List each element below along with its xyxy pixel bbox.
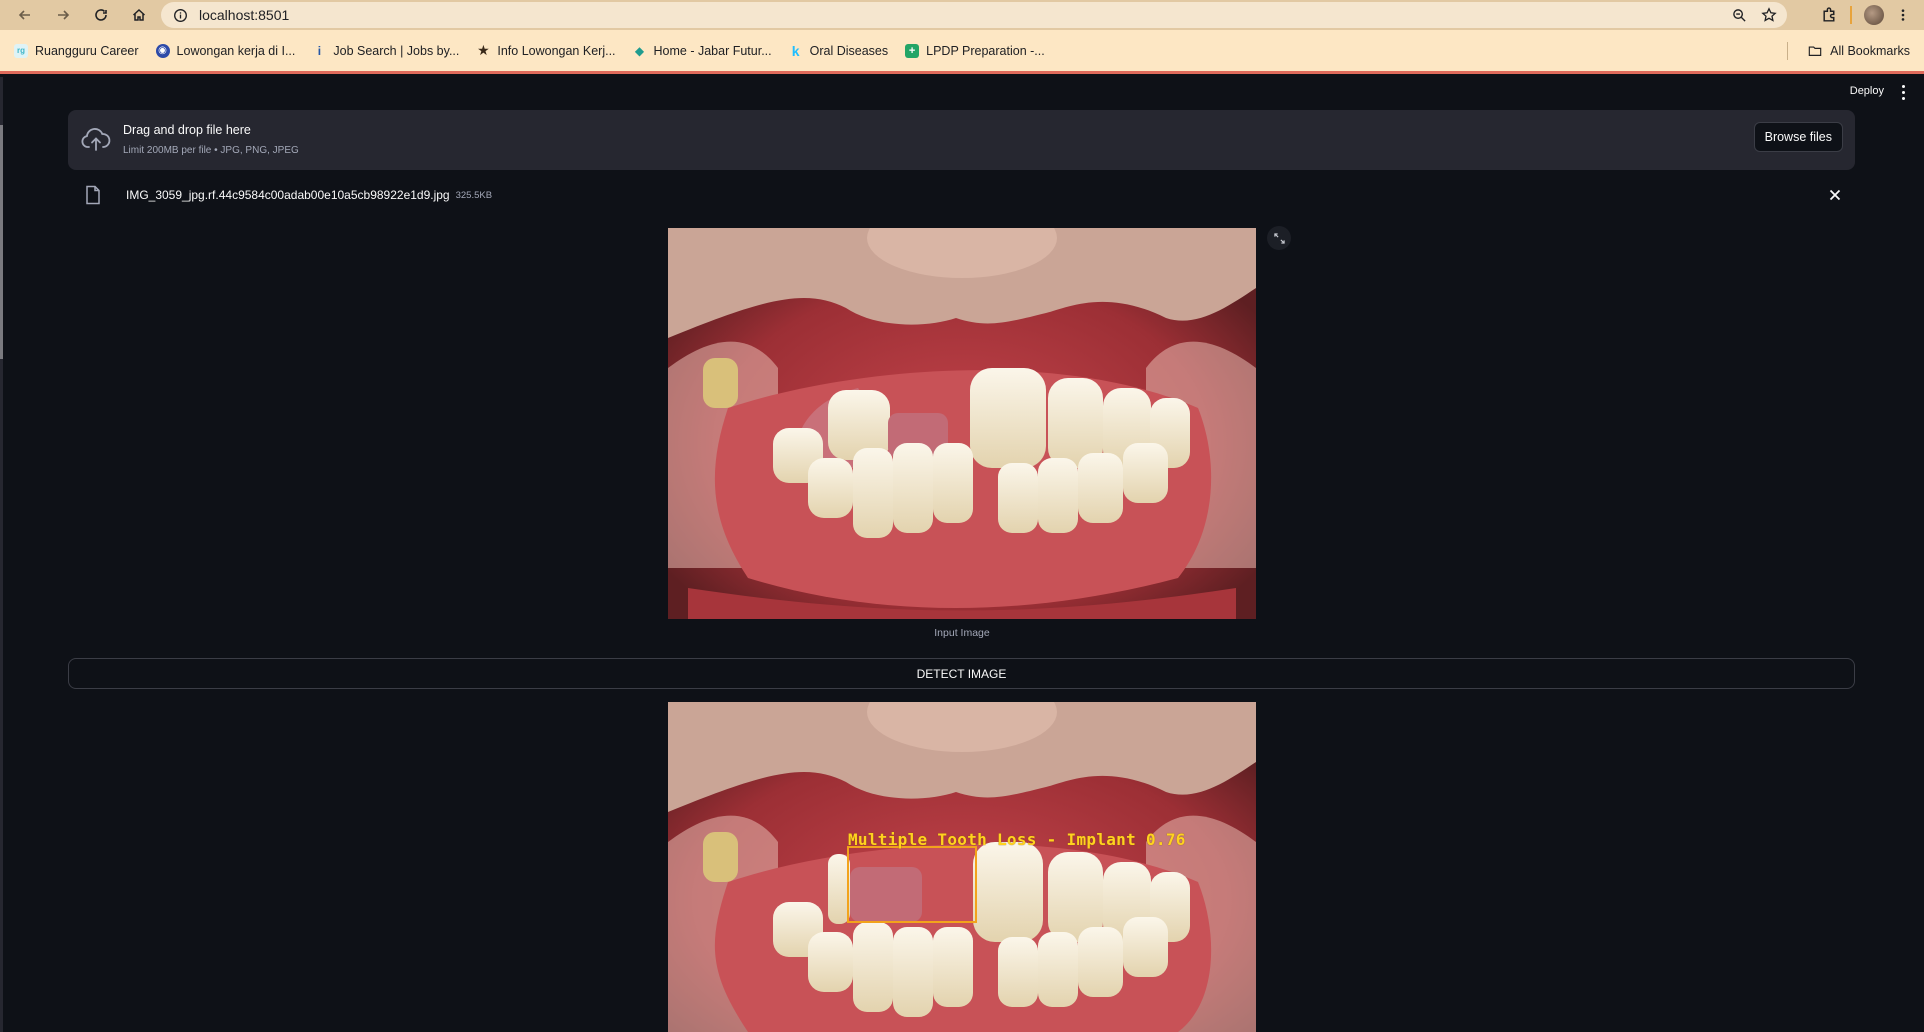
url-text: localhost:8501 — [199, 7, 290, 23]
detect-image-button[interactable]: DETECT IMAGE — [68, 658, 1855, 689]
browser-toolbar: localhost:8501 — [0, 0, 1924, 30]
toolbar-separator — [1850, 6, 1852, 24]
main-menu-icon[interactable] — [1896, 83, 1910, 101]
reload-button[interactable] — [82, 0, 120, 30]
bookmark-info-lowongan[interactable]: ★ Info Lowongan Kerj... — [476, 42, 615, 58]
extensions-icon[interactable] — [1821, 6, 1838, 24]
zoom-icon[interactable] — [1732, 8, 1747, 23]
browse-files-button[interactable]: Browse files — [1753, 122, 1843, 152]
arrow-left-icon — [18, 10, 30, 20]
bookmark-jabar-future[interactable]: ◆ Home - Jabar Futur... — [633, 44, 772, 58]
home-icon — [132, 8, 146, 21]
address-bar[interactable]: localhost:8501 — [161, 2, 1787, 28]
bookmark-star-icon[interactable] — [1761, 7, 1777, 23]
bookmarks-bar: rg Ruangguru Career ◉ Lowongan kerja di … — [0, 30, 1924, 74]
star-icon: ★ — [477, 42, 490, 58]
input-image — [668, 228, 1256, 619]
file-size: 325.5KB — [455, 189, 493, 201]
remove-file-icon[interactable] — [1826, 186, 1844, 204]
page-scrollbar[interactable] — [0, 77, 3, 1032]
file-name: IMG_3059_jpg.rf.44c9584c00adab00e10a5cb9… — [126, 188, 450, 202]
uploader-limit-hint: Limit 200MB per file • JPG, PNG, JPEG — [123, 145, 299, 156]
deploy-button[interactable]: Deploy — [1850, 85, 1884, 97]
bookmark-job-search[interactable]: i Job Search | Jobs by... — [312, 43, 460, 58]
site-info-icon[interactable] — [167, 8, 193, 23]
profile-avatar[interactable] — [1864, 5, 1884, 25]
kaggle-icon: k — [791, 42, 800, 59]
forward-button[interactable] — [44, 0, 82, 30]
ruangguru-icon: rg — [14, 43, 28, 58]
all-bookmarks-button[interactable]: All Bookmarks — [1807, 30, 1910, 71]
expand-icon — [1273, 232, 1285, 244]
folder-icon — [1808, 45, 1822, 56]
cloud-upload-icon — [81, 128, 111, 151]
uploaded-file-item: IMG_3059_jpg.rf.44c9584c00adab00e10a5cb9… — [84, 184, 1844, 206]
bookmark-oral-diseases[interactable]: k Oral Diseases — [789, 42, 888, 59]
bookmarks-divider — [1787, 42, 1788, 60]
uploader-title: Drag and drop file here — [123, 123, 251, 137]
bookmark-lpdp[interactable]: + LPDP Preparation -... — [905, 43, 1045, 58]
reload-icon — [95, 9, 107, 21]
jabar-icon: ◆ — [634, 43, 645, 58]
bookmark-lowongan-kerja[interactable]: ◉ Lowongan kerja di I... — [155, 43, 295, 58]
detection-result-image: Multiple Tooth Loss - Implant 0.76 — [668, 702, 1256, 1032]
teeth-detection-photo — [668, 702, 1256, 1032]
input-image-caption: Input Image — [934, 627, 990, 639]
menu-dots-icon[interactable] — [1896, 7, 1910, 23]
detection-label: Multiple Tooth Loss - Implant 0.76 — [848, 830, 1186, 849]
scrollbar-thumb[interactable] — [0, 125, 3, 359]
streamlit-app: Deploy Drag and drop file here Limit 200… — [0, 77, 1924, 1032]
indeed-icon: i — [317, 43, 322, 58]
teeth-photo — [668, 228, 1256, 619]
home-button[interactable] — [120, 0, 158, 30]
file-icon — [86, 185, 100, 205]
back-button[interactable] — [6, 0, 44, 30]
globe-icon: ◉ — [155, 43, 170, 58]
file-uploader-dropzone[interactable]: Drag and drop file here Limit 200MB per … — [68, 110, 1855, 170]
arrow-right-icon — [58, 10, 70, 20]
bookmark-ruangguru[interactable]: rg Ruangguru Career — [14, 43, 139, 58]
sheets-icon: + — [905, 43, 920, 58]
fullscreen-button[interactable] — [1267, 226, 1291, 250]
